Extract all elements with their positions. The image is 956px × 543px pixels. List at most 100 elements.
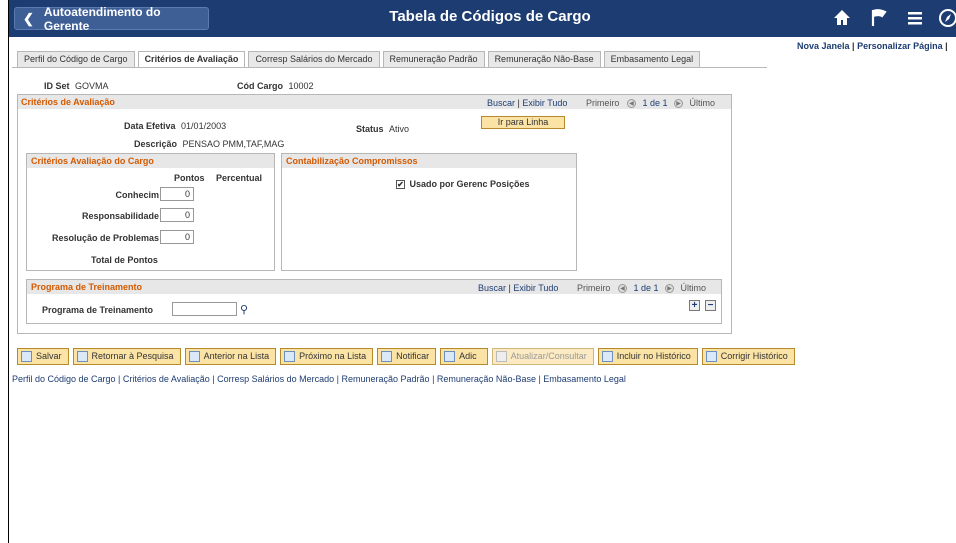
- tab-bar: Perfil do Código de Cargo Critérios de A…: [17, 51, 701, 67]
- percent-column-header: Percentual: [216, 173, 263, 183]
- flag-icon[interactable]: [869, 8, 889, 28]
- description-field: Descrição PENSAO PMM,TAF,MAG: [134, 139, 284, 149]
- responsibility-label: Responsabilidade: [81, 211, 159, 221]
- training-previous-icon[interactable]: ◀: [617, 284, 627, 294]
- row-counter: 1 de 1: [642, 98, 668, 108]
- update-display-button[interactable]: Atualizar/Consultar: [491, 348, 594, 365]
- next-row-icon[interactable]: ▶: [674, 99, 684, 109]
- link-separator: |: [945, 41, 948, 51]
- description-value: PENSAO PMM,TAF,MAG: [182, 139, 285, 149]
- page-links: Nova Janela | Personalizar Página |: [797, 41, 948, 51]
- left-border: [8, 0, 9, 543]
- points-column-header: Pontos: [174, 173, 205, 183]
- nav-separator: |: [517, 98, 520, 108]
- job-code-label: Cód Cargo: [237, 81, 283, 91]
- tab-non-base-compensation[interactable]: Remuneração Não-Base: [487, 51, 601, 67]
- position-management-checkbox[interactable]: ✔: [396, 180, 405, 190]
- position-management-label: Usado por Gerenc Posições: [409, 179, 530, 189]
- training-row-counter: 1 de 1: [633, 283, 659, 293]
- tab-evaluation-criteria[interactable]: Critérios de Avaliação: [137, 51, 246, 67]
- add-row-icon[interactable]: +: [689, 300, 700, 311]
- update-display-label: Atualizar/Consultar: [510, 351, 587, 361]
- bottom-page-links[interactable]: Perfil do Código de Cargo | Critérios de…: [12, 374, 626, 384]
- setid-label: ID Set: [44, 81, 70, 91]
- notify-label: Notificar: [396, 351, 430, 361]
- next-in-list-label: Próximo na Lista: [299, 351, 367, 361]
- add-button[interactable]: Adic: [440, 348, 488, 365]
- save-button-label: Salvar: [36, 351, 62, 361]
- home-icon[interactable]: [832, 8, 852, 28]
- setid-value: GOVMA: [75, 81, 109, 91]
- tab-default-compensation[interactable]: Remuneração Padrão: [382, 51, 485, 67]
- include-history-button[interactable]: Incluir no Histórico: [597, 348, 698, 365]
- effective-date-label: Data Efetiva: [124, 121, 176, 131]
- effective-date-field: Data Efetiva 01/01/2003: [124, 121, 226, 131]
- responsibility-points-input[interactable]: 0: [160, 208, 194, 222]
- next-in-list-button[interactable]: Próximo na Lista: [280, 348, 374, 365]
- chevron-left-icon: ❮: [23, 10, 34, 26]
- go-to-row-button[interactable]: Ir para Linha: [481, 116, 565, 129]
- previous-in-list-label: Anterior na Lista: [203, 351, 270, 361]
- search-icon[interactable]: ⚲: [240, 303, 248, 316]
- training-next-icon[interactable]: ▶: [665, 284, 675, 294]
- return-to-search-button[interactable]: Retornar à Pesquisa: [72, 348, 181, 365]
- add-icon: [444, 351, 456, 362]
- nav-separator: |: [508, 283, 511, 293]
- next-icon: [284, 351, 296, 362]
- return-to-search-label: Retornar à Pesquisa: [91, 351, 174, 361]
- training-last-link[interactable]: Último: [681, 283, 707, 293]
- training-nav: Buscar | Exibir Tudo Primeiro ◀ 1 de 1 ▶…: [478, 283, 707, 294]
- tab-divider: [12, 67, 767, 68]
- new-window-link[interactable]: Nova Janela: [797, 41, 850, 51]
- training-first-link[interactable]: Primeiro: [577, 283, 611, 293]
- problem-solving-points-input[interactable]: 0: [160, 230, 194, 244]
- knowledge-points-input[interactable]: 0: [160, 187, 194, 201]
- effective-date-value: 01/01/2003: [181, 121, 227, 131]
- previous-in-list-button[interactable]: Anterior na Lista: [184, 348, 277, 365]
- previous-row-icon[interactable]: ◀: [626, 99, 636, 109]
- back-button[interactable]: ❮ Autoatendimento do Gerente: [14, 4, 209, 33]
- job-evaluation-title: Critérios Avaliação do Cargo: [27, 154, 274, 168]
- criteria-title: Critérios de Avaliação: [21, 97, 115, 107]
- status-label: Status: [356, 124, 384, 134]
- delete-row-icon[interactable]: −: [705, 300, 716, 311]
- criteria-nav: Buscar | Exibir Tudo Primeiro ◀ 1 de 1 ▶…: [487, 98, 716, 109]
- correct-history-label: Corrigir Histórico: [720, 351, 788, 361]
- training-program-input[interactable]: [172, 302, 237, 316]
- problem-solving-label: Resolução de Problemas: [51, 233, 159, 243]
- tab-job-code-profile[interactable]: Perfil do Código de Cargo: [17, 51, 135, 67]
- correct-history-icon: [705, 351, 717, 362]
- return-icon: [76, 351, 88, 362]
- notify-button[interactable]: Notificar: [377, 348, 437, 365]
- commitment-accounting-title: Contabilização Compromissos: [282, 154, 576, 168]
- status-value: Ativo: [389, 124, 410, 134]
- menu-icon[interactable]: [905, 8, 925, 28]
- include-history-icon: [601, 351, 613, 362]
- view-all-link[interactable]: Exibir Tudo: [522, 98, 567, 108]
- setid-field: ID Set GOVMA: [44, 81, 109, 91]
- tab-legal-basis[interactable]: Embasamento Legal: [603, 51, 701, 67]
- commitment-accounting-box: Contabilização Compromissos: [281, 153, 577, 271]
- compass-icon[interactable]: [938, 8, 956, 28]
- training-view-all-link[interactable]: Exibir Tudo: [513, 283, 558, 293]
- find-link[interactable]: Buscar: [487, 98, 515, 108]
- position-management-checkbox-field: ✔ Usado por Gerenc Posições: [396, 179, 530, 190]
- include-history-label: Incluir no Histórico: [616, 351, 691, 361]
- status-field: Status Ativo: [356, 124, 409, 134]
- personalize-page-link[interactable]: Personalizar Página: [857, 41, 943, 51]
- training-program-label: Programa de Treinamento: [42, 305, 154, 315]
- notify-icon: [381, 351, 393, 362]
- correct-history-button[interactable]: Corrigir Histórico: [701, 348, 795, 365]
- training-find-link[interactable]: Buscar: [478, 283, 506, 293]
- first-link[interactable]: Primeiro: [586, 98, 620, 108]
- update-icon: [495, 351, 507, 362]
- action-toolbar: Salvar Retornar à Pesquisa Anterior na L…: [17, 348, 795, 365]
- link-separator: |: [852, 41, 855, 51]
- save-button[interactable]: Salvar: [17, 348, 69, 365]
- tab-market-salaries[interactable]: Corresp Salários do Mercado: [248, 51, 380, 67]
- previous-icon: [188, 351, 200, 362]
- last-link[interactable]: Último: [690, 98, 716, 108]
- back-button-label: Autoatendimento do Gerente: [43, 4, 161, 33]
- description-label: Descrição: [134, 139, 178, 149]
- job-code-value: 10002: [288, 81, 314, 91]
